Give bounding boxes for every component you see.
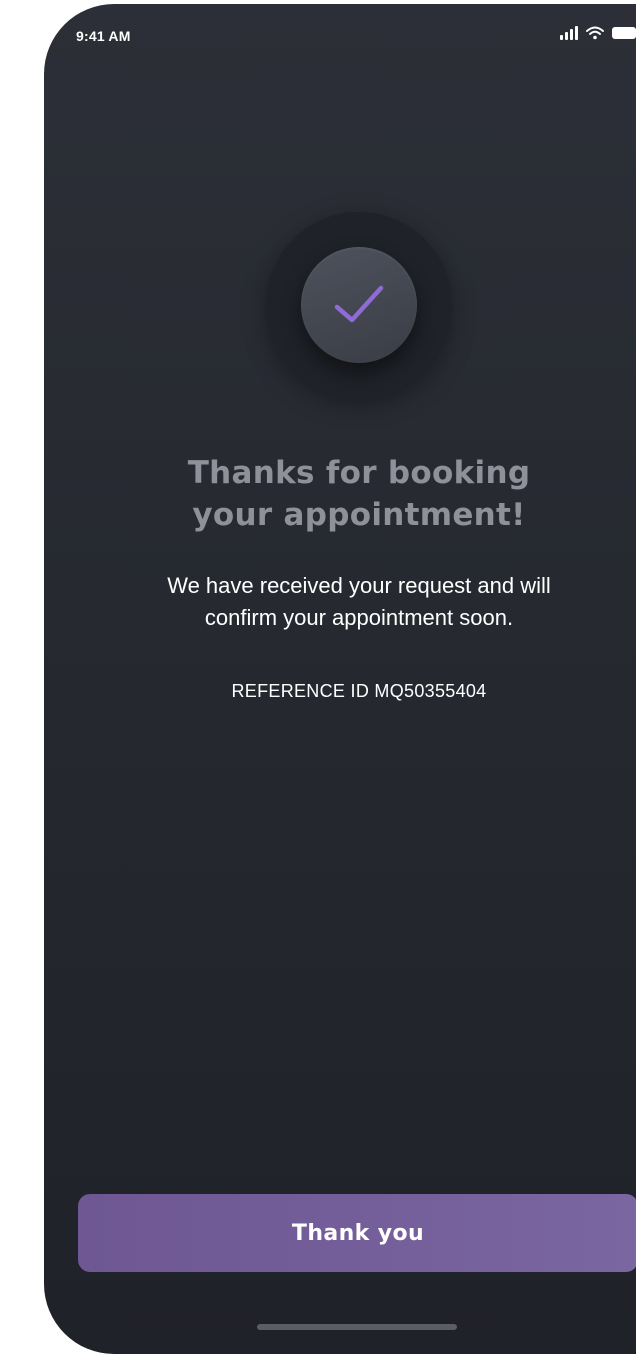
home-indicator[interactable]	[257, 1324, 457, 1330]
signal-icon	[560, 26, 578, 40]
battery-icon	[612, 27, 636, 39]
confirmation-message: We have received your request and will c…	[167, 573, 551, 630]
confirmation-title: Thanks for booking your appointment!	[187, 455, 531, 533]
reference-id: REFERENCE ID MQ50355404	[231, 681, 487, 701]
phone-screen: 9:41 AM Thanks for booking your appointm…	[44, 4, 636, 1354]
success-badge	[301, 247, 417, 363]
thank-you-button[interactable]: Thank you	[78, 1194, 636, 1272]
status-bar: 9:41 AM	[44, 4, 636, 64]
status-time: 9:41 AM	[76, 28, 131, 44]
status-icons	[560, 26, 636, 40]
checkmark-icon	[334, 285, 384, 323]
wifi-icon	[586, 26, 604, 40]
